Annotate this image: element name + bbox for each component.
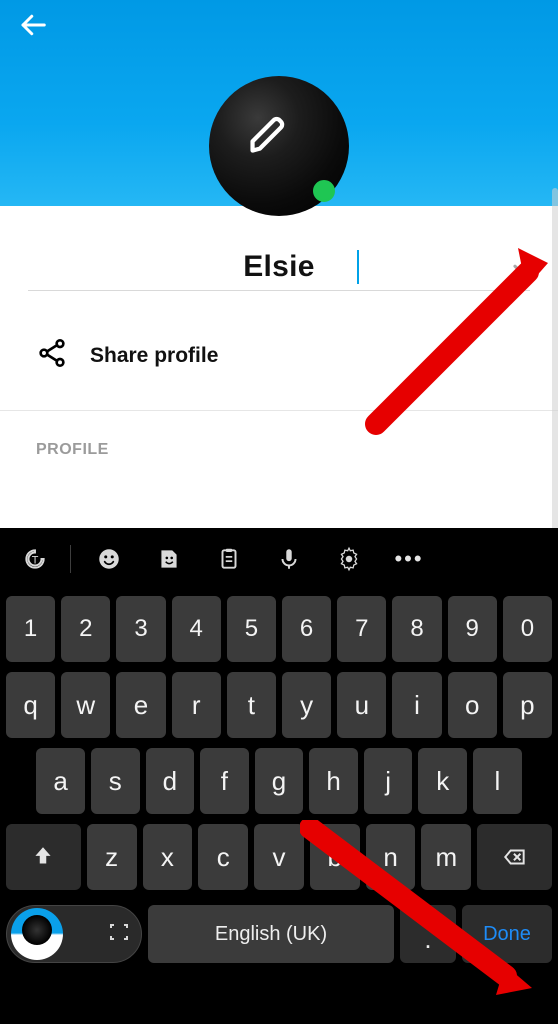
key-backspace[interactable] [477, 824, 552, 890]
key-period[interactable]: . [400, 905, 456, 963]
scrollbar[interactable] [552, 188, 558, 540]
name-input[interactable] [199, 250, 359, 284]
key-b[interactable]: b [310, 824, 360, 890]
key-p[interactable]: p [503, 672, 552, 738]
key-t[interactable]: t [227, 672, 276, 738]
soft-keyboard: T ••• 1 2 3 4 [0, 528, 558, 1024]
keyboard-switcher-thumb [11, 908, 63, 960]
back-button[interactable] [18, 10, 48, 45]
keyboard-row-1: q w e r t y u i o p [6, 672, 552, 738]
keyboard-switcher[interactable] [6, 905, 142, 963]
key-z[interactable]: z [87, 824, 137, 890]
key-m[interactable]: m [421, 824, 471, 890]
key-6[interactable]: 6 [282, 596, 331, 662]
avatar-container[interactable] [209, 76, 349, 216]
key-l[interactable]: l [473, 748, 522, 814]
keyboard-toolbar: T ••• [0, 528, 558, 590]
settings-icon[interactable] [325, 539, 373, 579]
key-w[interactable]: w [61, 672, 110, 738]
key-0[interactable]: 0 [503, 596, 552, 662]
svg-text:T: T [32, 554, 39, 566]
key-shift[interactable] [6, 824, 81, 890]
section-profile-label: PROFILE [0, 411, 558, 459]
key-u[interactable]: u [337, 672, 386, 738]
key-f[interactable]: f [200, 748, 249, 814]
share-profile-row[interactable]: Share profile [0, 337, 558, 411]
key-g[interactable]: g [255, 748, 304, 814]
key-8[interactable]: 8 [392, 596, 441, 662]
mic-icon[interactable] [265, 539, 313, 579]
key-2[interactable]: 2 [61, 596, 110, 662]
pencil-icon [247, 110, 293, 161]
more-icon[interactable]: ••• [385, 539, 433, 579]
key-3[interactable]: 3 [116, 596, 165, 662]
key-4[interactable]: 4 [172, 596, 221, 662]
key-x[interactable]: x [143, 824, 193, 890]
key-o[interactable]: o [448, 672, 497, 738]
keyboard-row-3: z x c v b n m [6, 824, 552, 890]
key-e[interactable]: e [116, 672, 165, 738]
key-s[interactable]: s [91, 748, 140, 814]
keyboard-done-button[interactable]: Done [462, 905, 552, 963]
key-r[interactable]: r [172, 672, 221, 738]
toolbar-divider [70, 545, 71, 573]
confirm-name-button[interactable] [510, 250, 540, 285]
key-a[interactable]: a [36, 748, 85, 814]
emoji-icon[interactable] [85, 539, 133, 579]
share-profile-label: Share profile [90, 344, 218, 368]
key-1[interactable]: 1 [6, 596, 55, 662]
profile-header [0, 0, 558, 206]
key-v[interactable]: v [254, 824, 304, 890]
key-i[interactable]: i [392, 672, 441, 738]
text-select-icon[interactable]: T [14, 539, 56, 579]
key-c[interactable]: c [198, 824, 248, 890]
key-n[interactable]: n [366, 824, 416, 890]
key-9[interactable]: 9 [448, 596, 497, 662]
scan-icon [107, 920, 131, 949]
keyboard-number-row: 1 2 3 4 5 6 7 8 9 0 [6, 596, 552, 662]
key-q[interactable]: q [6, 672, 55, 738]
keyboard-row-2: a s d f g h j k l [6, 748, 552, 814]
key-j[interactable]: j [364, 748, 413, 814]
key-h[interactable]: h [309, 748, 358, 814]
key-k[interactable]: k [418, 748, 467, 814]
presence-indicator [313, 180, 335, 202]
sticker-icon[interactable] [145, 539, 193, 579]
text-cursor [357, 250, 359, 284]
name-edit-row [0, 244, 558, 291]
share-icon [36, 337, 68, 374]
key-y[interactable]: y [282, 672, 331, 738]
key-5[interactable]: 5 [227, 596, 276, 662]
clipboard-icon[interactable] [205, 539, 253, 579]
key-7[interactable]: 7 [337, 596, 386, 662]
keyboard-bottom-row: English (UK) . Done [0, 900, 558, 978]
key-space[interactable]: English (UK) [148, 905, 394, 963]
key-d[interactable]: d [146, 748, 195, 814]
